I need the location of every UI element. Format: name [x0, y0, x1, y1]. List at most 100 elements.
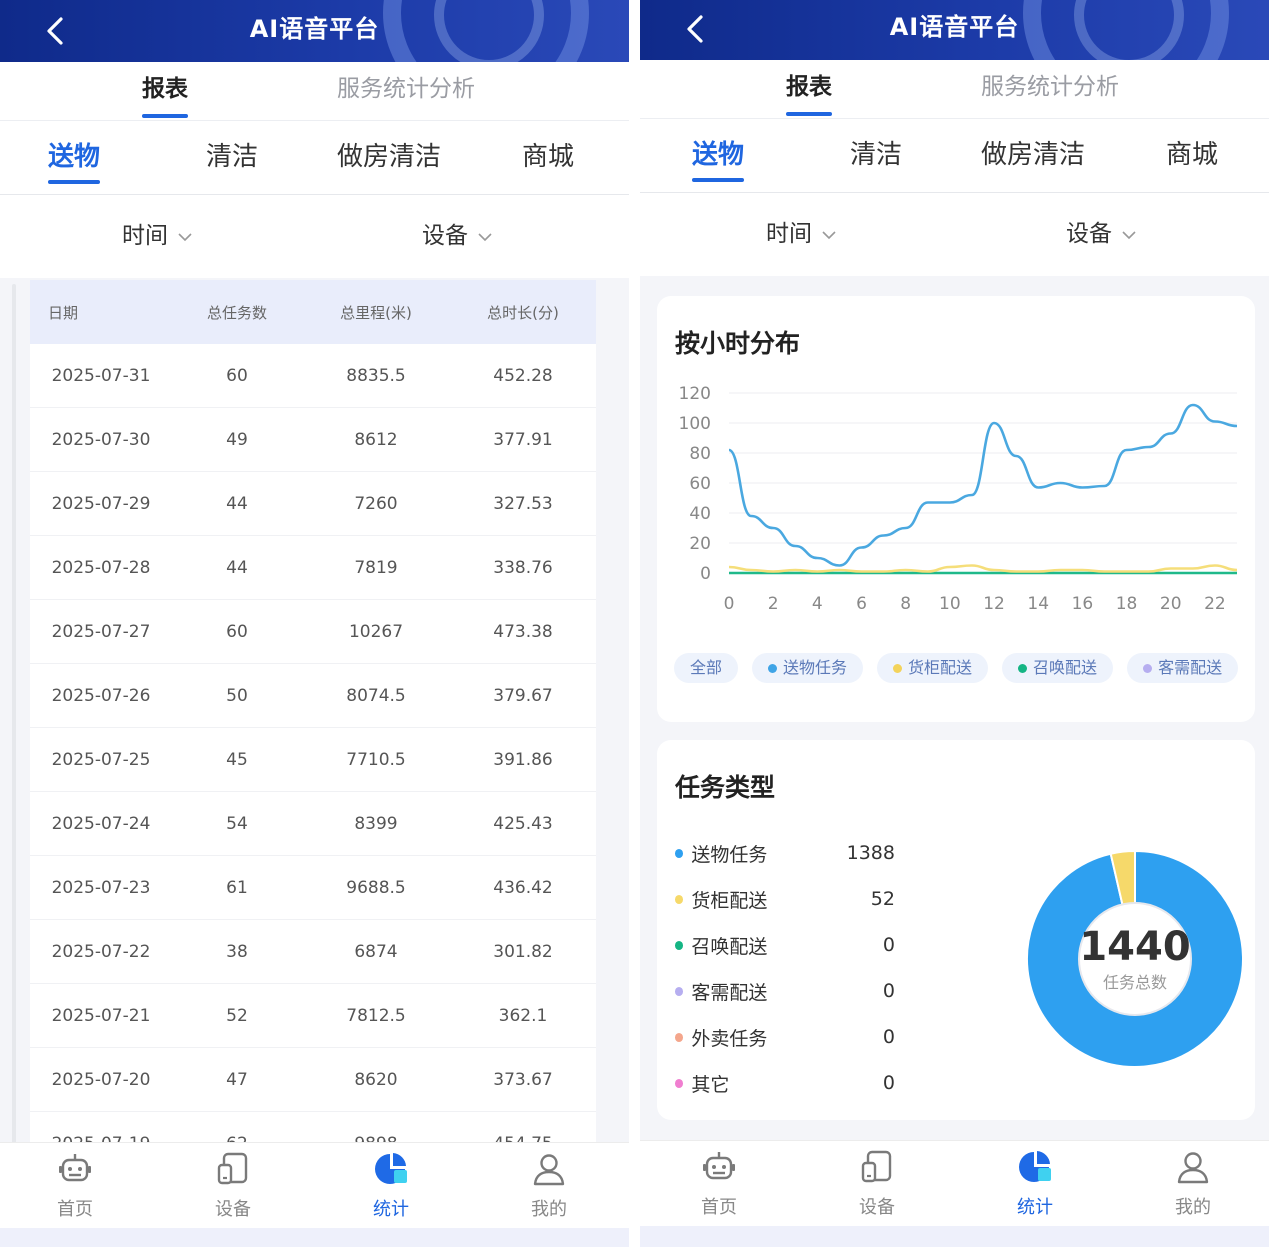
nav-statistics[interactable]: 统计 — [341, 1149, 441, 1225]
tab-room-cleaning[interactable]: 做房清洁 — [981, 119, 1085, 192]
nav-label: 统计 — [1017, 1197, 1053, 1218]
nav-devices[interactable]: 设备 — [183, 1149, 283, 1225]
task-type-name: 召唤配送 — [691, 935, 768, 958]
table-cell: 8612 — [354, 429, 398, 450]
app-title: AI语音平台 — [249, 15, 380, 43]
x-tick-label: 8 — [900, 594, 911, 614]
table-cell: 38 — [226, 941, 248, 962]
table-cell: 8074.5 — [346, 685, 406, 706]
legend-label: 全部 — [690, 658, 723, 677]
tab-delivery[interactable]: 送物 — [48, 121, 101, 194]
legend-dot — [1018, 663, 1028, 673]
tab-label: 商城 — [1166, 140, 1219, 170]
analysis-screen: AI语音平台 报表 服务统计分析 送物 清洁 做房清洁 商城 时间 设备 按小时… — [640, 0, 1269, 1247]
legend-chip[interactable]: 召唤配送 — [1002, 653, 1114, 683]
x-tick-label: 0 — [724, 594, 735, 614]
table-cell: 50 — [226, 685, 248, 706]
time-filter[interactable]: 时间 — [122, 195, 192, 278]
filter-bar: 时间 设备 — [640, 193, 1269, 276]
y-tick-label: 100 — [679, 414, 711, 434]
table-cell: 10267 — [348, 621, 404, 642]
filter-label: 设备 — [422, 223, 468, 249]
table-cell: 44 — [226, 557, 248, 578]
legend-chip[interactable]: 全部 — [674, 653, 739, 683]
nav-label: 首页 — [57, 1199, 93, 1220]
screen-divider — [629, 0, 640, 1247]
tab-indicator — [786, 112, 832, 116]
y-tick-label: 40 — [689, 504, 711, 524]
task-type-row: 送物任务 1388 — [675, 830, 895, 876]
table-cell: 377.91 — [493, 429, 553, 450]
top-bar: AI语音平台 — [640, 0, 1269, 60]
task-type-row: 外卖任务 0 — [675, 1014, 895, 1060]
tab-service-analysis[interactable]: 服务统计分析 — [337, 62, 475, 120]
table-body: 2025-07-31 60 8835.5 452.28 2025-07-30 49 8612… — [30, 344, 596, 1150]
table-cell: 301.82 — [493, 941, 553, 962]
table-cell: 2025-07-31 — [51, 365, 151, 386]
task-type-row: 货柜配送 52 — [675, 876, 895, 922]
task-type-row: 其它 0 — [675, 1060, 895, 1106]
table-row: 2025-07-29 44 7260 327.53 — [30, 472, 596, 536]
tab-label: 清洁 — [850, 140, 903, 170]
table-cell: 2025-07-20 — [51, 1069, 151, 1090]
tab-label: 做房清洁 — [337, 142, 442, 172]
task-type-row: 召唤配送 0 — [675, 922, 895, 968]
table-cell: 6874 — [354, 941, 398, 962]
x-tick-label: 16 — [1072, 594, 1094, 614]
table-row: 2025-07-21 52 7812.5 362.1 — [30, 984, 596, 1048]
x-tick-label: 4 — [812, 594, 823, 614]
tab-report[interactable]: 报表 — [786, 60, 832, 118]
device-filter[interactable]: 设备 — [1066, 193, 1136, 276]
table-cell: 425.43 — [493, 813, 553, 834]
x-tick-label: 14 — [1027, 594, 1049, 614]
nav-profile[interactable]: 我的 — [1143, 1147, 1243, 1223]
tab-label: 做房清洁 — [981, 140, 1086, 170]
table-cell: 2025-07-26 — [51, 685, 151, 706]
legend-chip[interactable]: 客需配送 — [1127, 653, 1239, 683]
tab-service-analysis[interactable]: 服务统计分析 — [981, 60, 1119, 118]
column-header: 日期 — [48, 303, 79, 322]
nav-label: 我的 — [531, 1199, 567, 1220]
tab-cleaning[interactable]: 清洁 — [206, 121, 258, 194]
tab-indicator — [48, 180, 101, 184]
chevron-down-icon — [1122, 230, 1136, 239]
tab-cleaning[interactable]: 清洁 — [850, 119, 902, 192]
tab-mall[interactable]: 商城 — [1166, 119, 1218, 192]
nav-home[interactable]: 首页 — [669, 1147, 769, 1223]
table-cell: 2025-07-24 — [51, 813, 151, 834]
report-screen: AI语音平台 报表 服务统计分析 送物 清洁 做房清洁 商城 时间 设备 日期 … — [0, 0, 629, 1247]
nav-statistics[interactable]: 统计 — [985, 1147, 1085, 1223]
time-filter[interactable]: 时间 — [766, 193, 836, 276]
x-tick-label: 22 — [1204, 594, 1226, 614]
primary-tabs: 报表 服务统计分析 — [0, 62, 629, 121]
user-icon — [533, 1154, 565, 1186]
table-cell: 2025-07-27 — [51, 621, 151, 642]
nav-devices[interactable]: 设备 — [827, 1147, 927, 1223]
tab-mall[interactable]: 商城 — [522, 121, 574, 194]
table-cell: 2025-07-21 — [51, 1005, 151, 1026]
category-tabs: 送物 清洁 做房清洁 商城 — [640, 119, 1269, 193]
tab-delivery[interactable]: 送物 — [692, 119, 745, 192]
device-filter[interactable]: 设备 — [422, 195, 492, 278]
nav-home[interactable]: 首页 — [25, 1149, 125, 1225]
filter-label: 时间 — [766, 221, 812, 247]
scrollbar[interactable] — [12, 284, 16, 1144]
nav-label: 我的 — [1175, 1197, 1211, 1218]
tab-room-cleaning[interactable]: 做房清洁 — [337, 121, 441, 194]
legend-chip[interactable]: 送物任务 — [752, 653, 864, 683]
y-tick-label: 80 — [689, 444, 711, 464]
table-row: 2025-07-27 60 10267 473.38 — [30, 600, 596, 664]
table-cell: 2025-07-28 — [51, 557, 151, 578]
legend-chip[interactable]: 货柜配送 — [877, 653, 989, 683]
nav-profile[interactable]: 我的 — [499, 1149, 599, 1225]
column-header: 总任务数 — [206, 303, 267, 322]
legend-dot — [675, 940, 684, 950]
legend-dot — [675, 848, 684, 858]
table-cell: 60 — [226, 365, 248, 386]
table-row: 2025-07-28 44 7819 338.76 — [30, 536, 596, 600]
legend-dot — [675, 986, 684, 996]
tab-report[interactable]: 报表 — [142, 62, 188, 120]
total-label: 任务总数 — [1102, 973, 1167, 992]
table-row: 2025-07-20 47 8620 373.67 — [30, 1048, 596, 1112]
user-icon — [1177, 1152, 1209, 1184]
